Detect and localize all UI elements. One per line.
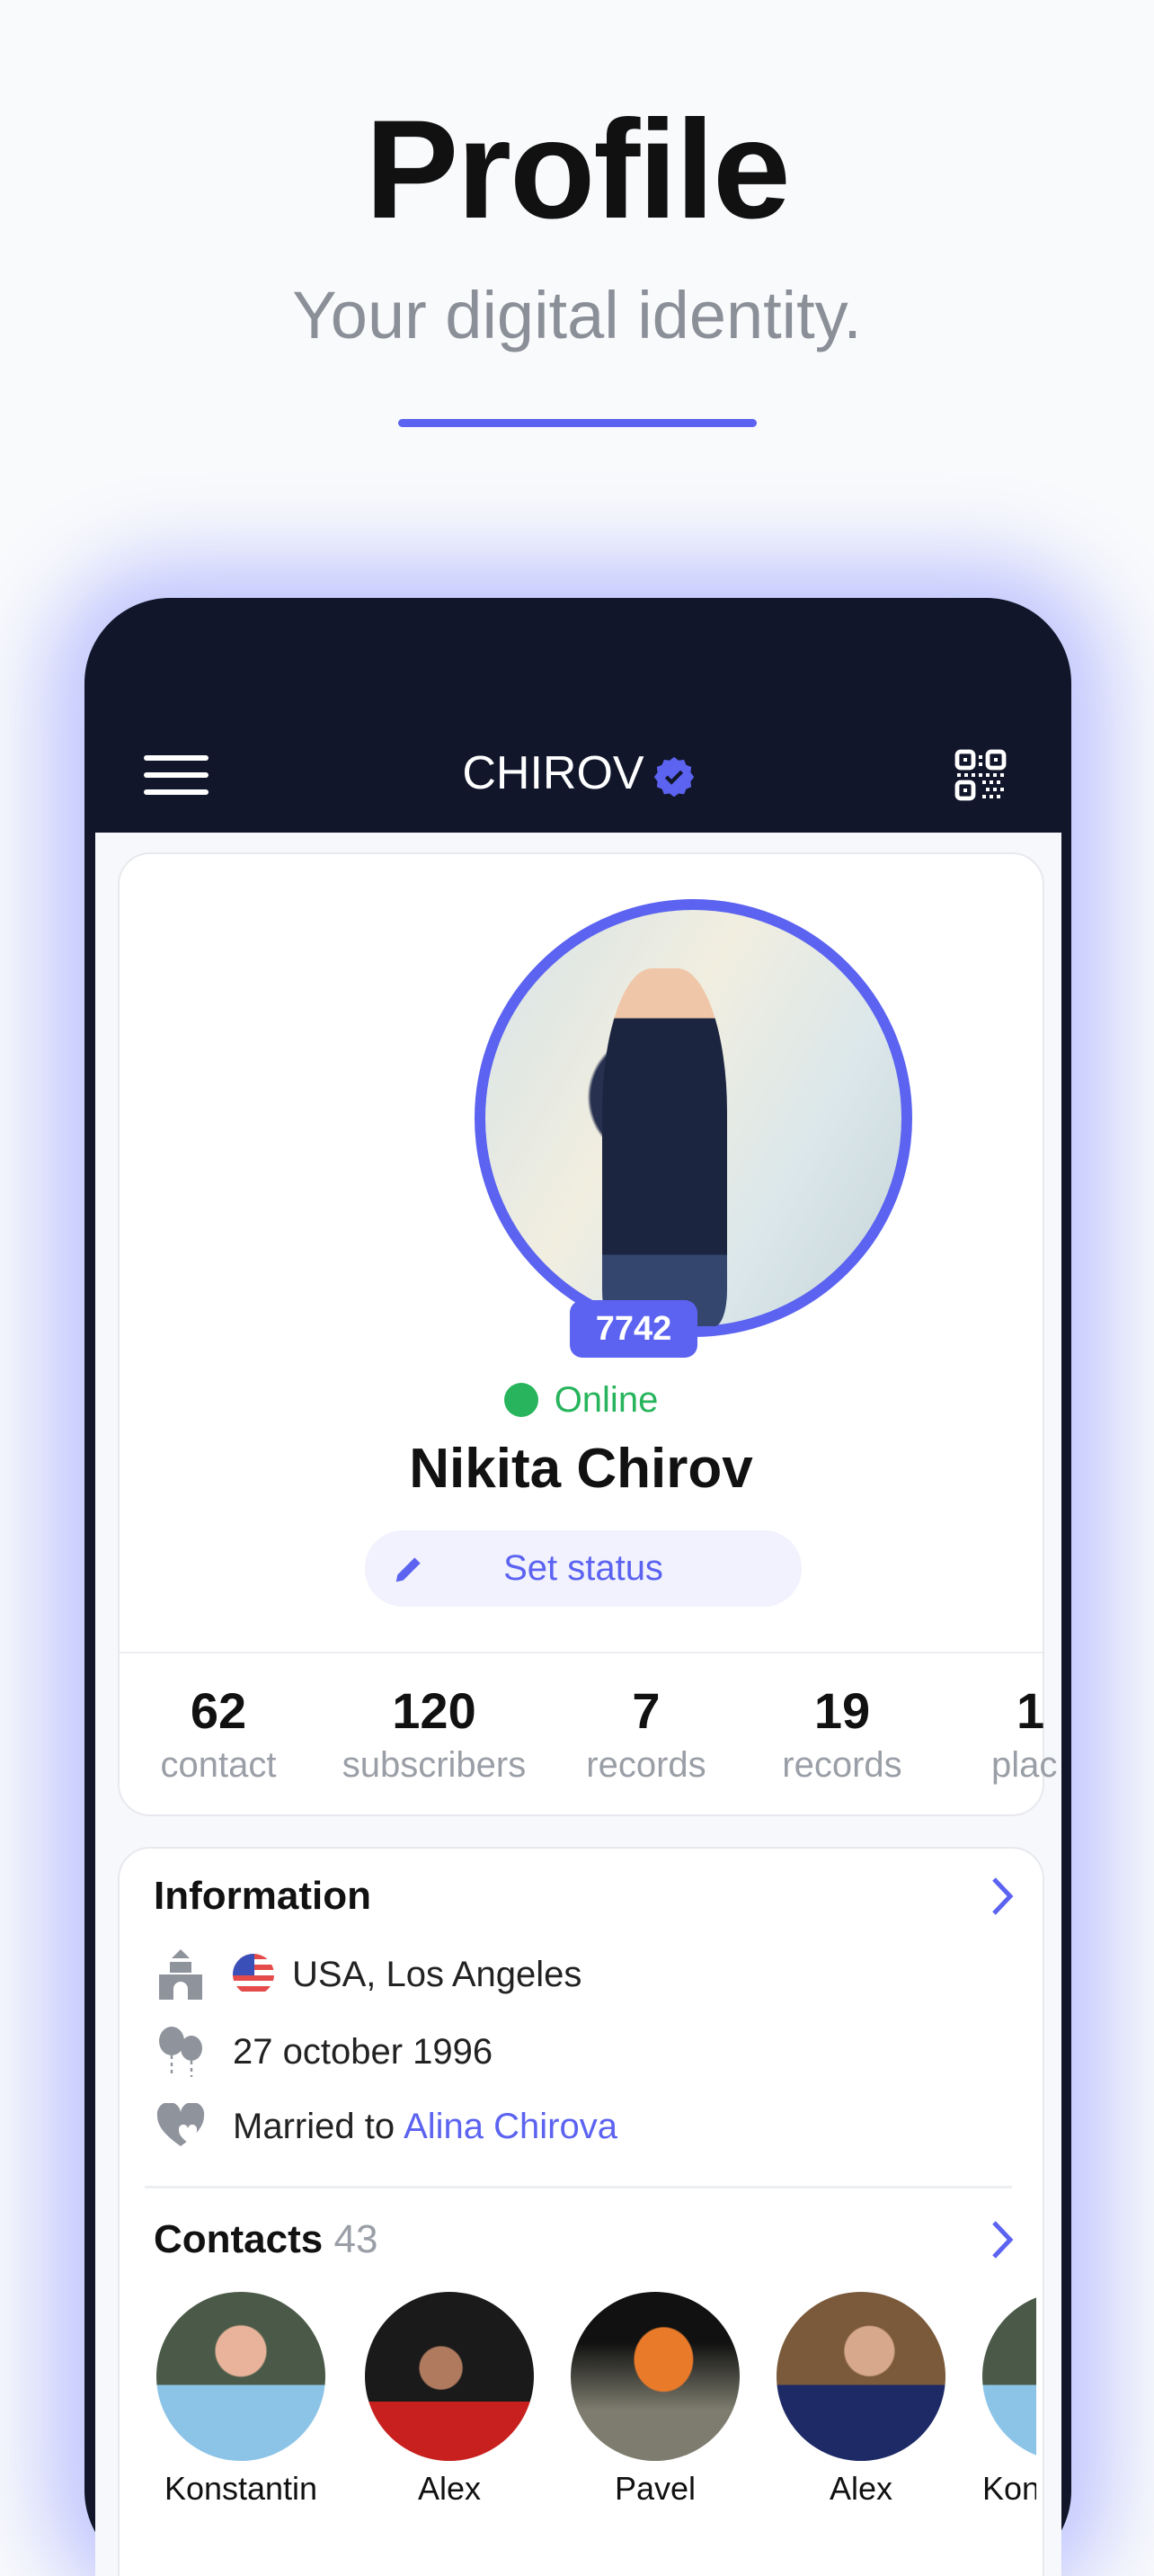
app-bar: CHIROV (95, 598, 1061, 833)
stat-label: records (586, 1745, 706, 1785)
contacts-title: Contacts 43 (154, 2217, 377, 2262)
stat-records[interactable]: 7 records (547, 1681, 745, 1786)
contact-avatar (365, 2292, 534, 2461)
married-label: Married to (233, 2106, 395, 2146)
stat-label: contact (160, 1745, 277, 1785)
stat-value: 120 (392, 1682, 476, 1739)
accent-divider (398, 419, 757, 427)
contact-avatar (982, 2292, 1036, 2461)
contact-item[interactable]: Pavel (571, 2292, 740, 2508)
information-title: Information (154, 1874, 371, 1918)
hearts-icon (156, 2103, 205, 2146)
contact-item[interactable]: Kon (982, 2292, 1036, 2508)
contact-name: Alex (829, 2470, 893, 2507)
online-status: Online (120, 1380, 1043, 1421)
phone-frame: CHIROV 7742 Online Nikita Chirov Set sta… (84, 598, 1071, 2576)
stat-contacts[interactable]: 62 contact (120, 1681, 317, 1786)
set-status-button[interactable]: Set status (365, 1530, 802, 1607)
stat-label: subscribers (342, 1745, 527, 1785)
phone-screen: CHIROV 7742 Online Nikita Chirov Set sta… (95, 598, 1061, 2576)
pencil-icon (395, 1557, 421, 1582)
contacts-title-text: Contacts (154, 2217, 324, 2261)
app-title-text: CHIROV (462, 747, 644, 799)
stat-value: 62 (190, 1682, 247, 1739)
balloons-icon (159, 2027, 202, 2077)
stat-records-2[interactable]: 19 records (743, 1681, 941, 1786)
stat-value: 19 (813, 1682, 871, 1739)
page-title: Profile (365, 92, 790, 248)
qr-code-icon[interactable] (954, 748, 1008, 802)
page-subtitle: Your digital identity. (292, 278, 862, 352)
birthday-row: 27 october 1996 (154, 2025, 493, 2079)
spouse-link[interactable]: Alina Chirova (404, 2107, 617, 2147)
divider (145, 2186, 1012, 2188)
contact-avatar (571, 2292, 740, 2461)
location-text: USA, Los Angeles (292, 1954, 582, 1994)
stat-value: 7 (632, 1682, 661, 1739)
marital-row: Married to Alina Chirova (154, 2103, 617, 2150)
contact-name: Kon (982, 2470, 1036, 2507)
stat-value: 1 (1016, 1682, 1045, 1739)
stat-subscribers[interactable]: 120 subscribers (335, 1681, 533, 1786)
chevron-right-icon[interactable] (989, 1874, 1016, 1919)
stat-label: plac (991, 1745, 1058, 1785)
profile-card: 7742 Online Nikita Chirov Set status 62 c… (118, 852, 1057, 1816)
contact-avatar (156, 2292, 325, 2461)
castle-icon (159, 1949, 202, 2000)
rating-badge: 7742 (570, 1300, 697, 1358)
set-status-label: Set status (503, 1548, 663, 1588)
location-row: USA, Los Angeles (154, 1948, 581, 2001)
profile-avatar[interactable] (475, 899, 912, 1337)
app-title: CHIROV (95, 746, 1061, 800)
profile-name: Nikita Chirov (409, 1438, 753, 1500)
chevron-right-icon[interactable] (989, 2217, 1016, 2262)
contact-name: Alex (417, 2470, 482, 2507)
online-status-text: Online (554, 1380, 659, 1420)
contact-item[interactable]: Alex (365, 2292, 534, 2508)
contact-item[interactable]: Konstantin (156, 2292, 325, 2508)
verified-badge-icon (653, 757, 694, 798)
online-dot-icon (503, 1383, 538, 1417)
divider (120, 1652, 1043, 1653)
contact-name: Konstantin (164, 2470, 318, 2507)
contact-avatar (777, 2292, 945, 2461)
birthday-text: 27 october 1996 (233, 2031, 493, 2072)
usa-flag-icon (233, 1954, 274, 1995)
contact-name: Pavel (614, 2470, 697, 2507)
stat-label: records (782, 1745, 902, 1785)
contacts-count: 43 (333, 2217, 378, 2261)
contact-item[interactable]: Alex (777, 2292, 945, 2508)
stat-places[interactable]: 1 plac (982, 1681, 1061, 1786)
